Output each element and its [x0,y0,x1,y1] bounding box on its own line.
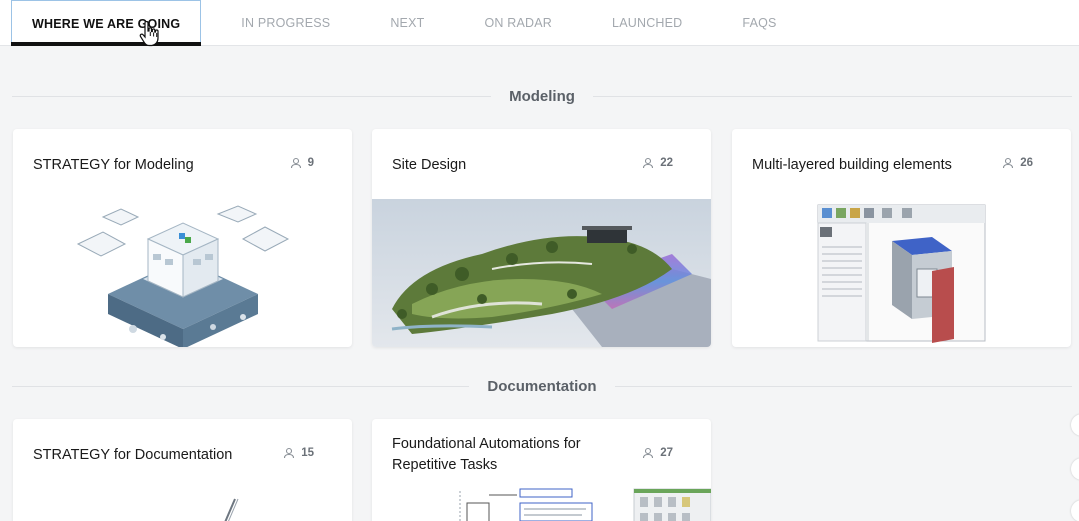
edge-scroll-indicator[interactable] [1071,414,1079,436]
vote-count[interactable]: 15 [283,447,314,459]
tab-next[interactable]: NEXT [370,0,444,46]
vote-count[interactable]: 26 [1002,157,1033,169]
edge-scroll-indicator[interactable] [1071,458,1079,480]
section-header-documentation: Documentation [12,376,1073,396]
site-design-render [372,199,711,347]
roadmap-card-strategy-documentation[interactable]: STRATEGY for Documentation 15 [13,419,352,521]
vote-count[interactable]: 9 [290,157,314,169]
hand-pointer-icon [139,21,159,47]
section-title: Documentation [487,377,597,395]
person-icon [284,447,295,459]
card-title: STRATEGY for Documentation [33,447,233,463]
vote-count[interactable]: 22 [642,157,673,169]
card-title: Foundational Automations for Repetitive … [392,436,581,473]
roadmap-card-foundational-automations[interactable]: Foundational Automations for Repetitive … [372,419,711,521]
card-title: STRATEGY for Modeling [33,157,194,173]
tab-launched[interactable]: LAUNCHED [592,0,702,46]
pencil-sketch [224,498,239,521]
person-icon [1003,157,1014,169]
person-icon [643,157,654,169]
card-title: Multi-layered building elements [752,157,952,173]
software-screenshot-wall-layers [817,204,986,343]
roadmap-card-multi-layered[interactable]: Multi-layered building elements 26 [732,129,1071,347]
annotated-detail-drawing [459,488,711,521]
person-icon [290,157,301,169]
edge-scroll-indicator[interactable] [1071,500,1079,521]
section-header-modeling: Modeling [12,86,1073,106]
tab-in-progress[interactable]: IN PROGRESS [221,0,350,46]
roadmap-card-site-design[interactable]: Site Design 22 [372,129,711,347]
vote-count[interactable]: 27 [642,447,673,459]
roadmap-card-strategy-modeling[interactable]: STRATEGY for Modeling 9 [13,129,352,347]
tab-on-radar[interactable]: ON RADAR [464,0,572,46]
section-title: Modeling [509,87,575,105]
tab-where-we-are-going[interactable]: WHERE WE ARE GOING [11,0,202,46]
card-title: Site Design [392,157,467,173]
person-icon [643,447,654,459]
isometric-building-illustration [76,205,290,347]
tab-faqs[interactable]: FAQS [722,0,796,46]
